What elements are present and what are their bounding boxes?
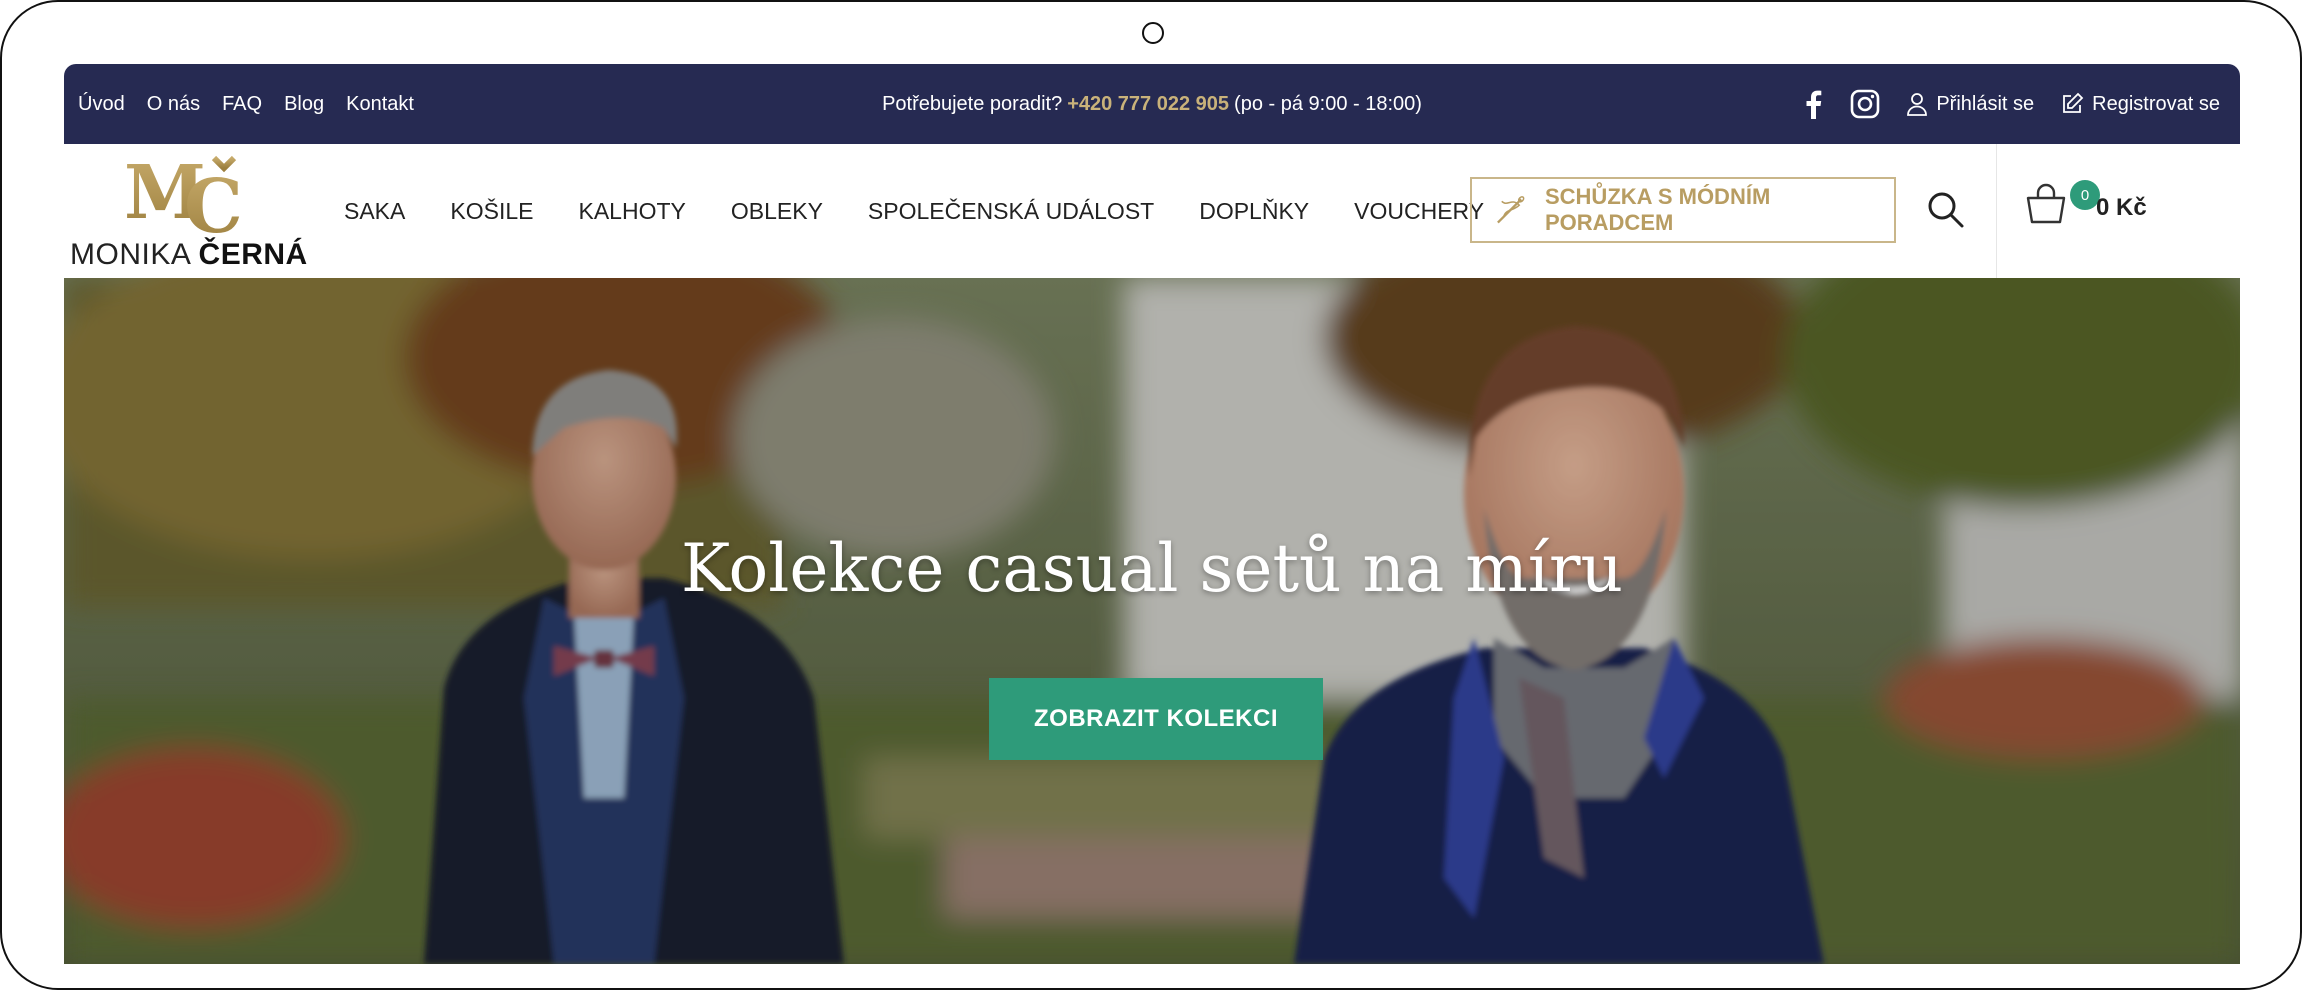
top-link-uvod[interactable]: Úvod xyxy=(78,93,125,116)
opening-hours: (po - pá 9:00 - 18:00) xyxy=(1234,92,1422,115)
fashion-advisor-button[interactable]: SCHŮZKA S MÓDNÍM PORADCEM xyxy=(1470,177,1896,243)
fashion-advisor-label: SCHŮZKA S MÓDNÍM PORADCEM xyxy=(1544,184,1771,235)
phone-link[interactable]: +420 777 022 905 xyxy=(1067,93,1229,116)
register-label: Registrovat se xyxy=(2092,92,2220,115)
hero-banner: Kolekce casual setů na míru ZOBRAZIT KOL… xyxy=(64,278,2240,964)
nav-item-kalhoty[interactable]: KALHOTY xyxy=(578,198,685,225)
facebook-icon[interactable] xyxy=(1802,89,1824,119)
top-link-o-nas[interactable]: O nás xyxy=(147,93,200,116)
instagram-icon[interactable] xyxy=(1850,89,1880,119)
browser-viewport: Úvod O nás FAQ Blog Kontakt Potřebujete … xyxy=(64,64,2240,964)
nav-item-obleky[interactable]: OBLEKY xyxy=(731,198,823,225)
main-header: M C MONIKA ČERNÁ SAKA KOŠILE KALHOTY OBL… xyxy=(64,144,2240,278)
main-nav: SAKA KOŠILE KALHOTY OBLEKY SPOLEČENSKÁ U… xyxy=(344,144,1484,278)
logo-text: MONIKA ČERNÁ xyxy=(70,238,308,271)
top-link-blog[interactable]: Blog xyxy=(284,93,324,116)
header-divider xyxy=(1996,144,1997,278)
show-collection-button[interactable]: ZOBRAZIT KOLEKCI xyxy=(989,678,1323,760)
nav-item-saka[interactable]: SAKA xyxy=(344,198,405,225)
edit-icon xyxy=(2063,92,2084,113)
top-link-kontakt[interactable]: Kontakt xyxy=(346,93,414,116)
help-text: Potřebujete poradit? xyxy=(882,92,1063,115)
nav-item-spolecenska-udalost[interactable]: SPOLEČENSKÁ UDÁLOST xyxy=(868,198,1154,225)
top-bar: Úvod O nás FAQ Blog Kontakt Potřebujete … xyxy=(64,64,2240,144)
login-label: Přihlásit se xyxy=(1936,92,2035,115)
top-links: Úvod O nás FAQ Blog Kontakt xyxy=(78,64,414,144)
logo-monogram: M C xyxy=(124,150,243,238)
user-icon xyxy=(1907,93,1928,116)
register-link[interactable]: Registrovat se xyxy=(2060,92,2220,116)
camera-icon xyxy=(1142,22,1164,44)
needle-icon xyxy=(1497,196,1525,224)
search-icon[interactable] xyxy=(1926,190,1966,230)
top-right: Přihlásit se Registrovat se xyxy=(1802,64,2220,144)
login-link[interactable]: Přihlásit se xyxy=(1906,92,2034,116)
nav-item-doplnky[interactable]: DOPLŇKY xyxy=(1199,198,1309,225)
svg-text:C: C xyxy=(184,164,243,238)
nav-item-kosile[interactable]: KOŠILE xyxy=(450,198,533,225)
logo[interactable]: M C MONIKA ČERNÁ xyxy=(70,150,320,271)
hero-title: Kolekce casual setů na míru xyxy=(680,530,1624,607)
top-link-faq[interactable]: FAQ xyxy=(222,93,262,116)
nav-item-vouchery[interactable]: VOUCHERY xyxy=(1354,198,1484,225)
cart-total[interactable]: 0 Kč xyxy=(2096,194,2147,222)
hero-photo xyxy=(64,278,2240,964)
